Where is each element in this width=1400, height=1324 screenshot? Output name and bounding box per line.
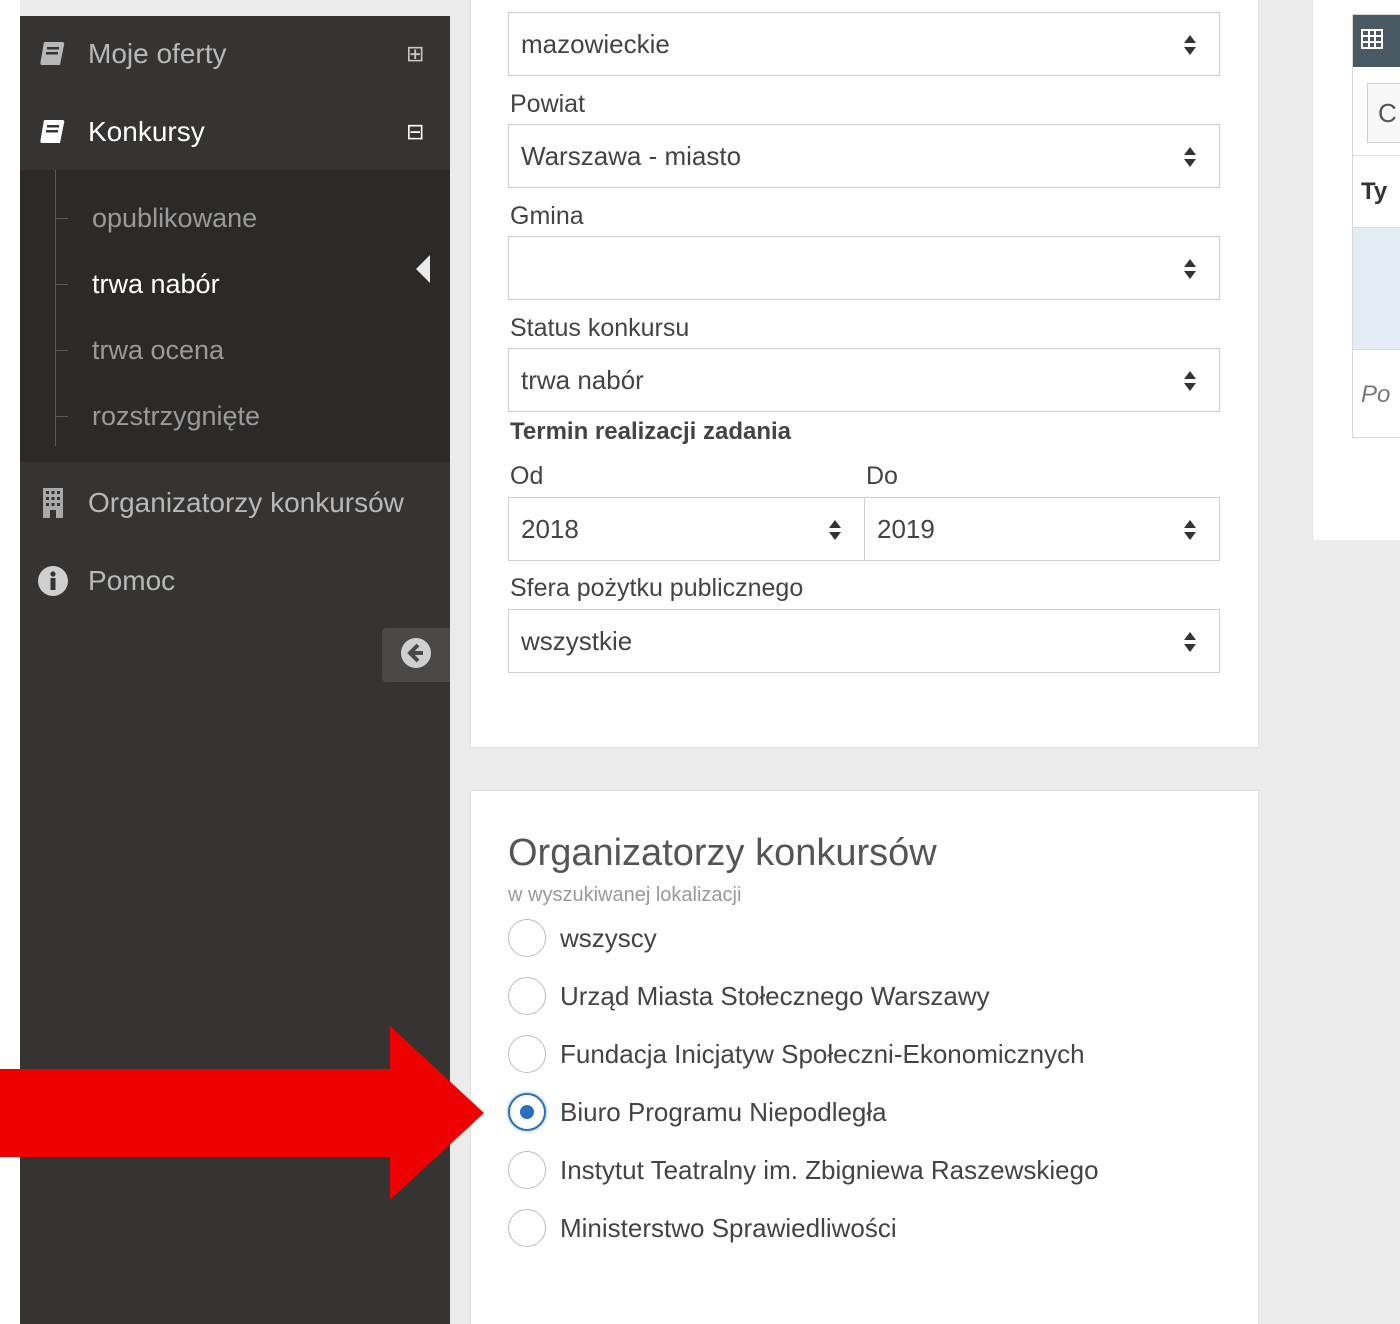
sfera-label: Sfera pożytku publicznego	[510, 574, 804, 602]
book-icon	[36, 115, 70, 149]
termin-heading: Termin realizacji zadania	[510, 418, 792, 445]
wojewodztwo-select[interactable]: mazowieckie	[508, 12, 1220, 76]
organizer-option-instytut[interactable]: Instytut Teatralny im. Zbigniewa Raszews…	[508, 1150, 1099, 1190]
submenu-item-rozstrzygniete[interactable]: rozstrzygnięte	[56, 396, 260, 436]
organizer-option-urzad[interactable]: Urząd Miasta Stołecznego Warszawy	[508, 976, 990, 1016]
status-label: Status konkursu	[510, 314, 690, 342]
sfera-select[interactable]: wszystkie	[508, 609, 1220, 673]
gmina-label: Gmina	[510, 202, 584, 230]
column-header-typ[interactable]: Ty	[1353, 155, 1400, 227]
annotation-arrow-icon	[0, 1026, 484, 1200]
sidebar-item-pomoc[interactable]: Pomoc	[20, 546, 450, 616]
organizers-title: Organizatorzy konkursów	[508, 832, 937, 874]
do-select[interactable]: 2019	[864, 497, 1220, 561]
expand-icon[interactable]: ⊞	[406, 41, 424, 67]
sidebar-item-label: Konkursy	[88, 116, 205, 147]
building-icon	[36, 486, 70, 520]
info-icon	[36, 564, 70, 598]
organizer-option-ministerstwo[interactable]: Ministerstwo Sprawiedliwości	[508, 1208, 897, 1248]
book-icon	[36, 37, 70, 71]
submenu-item-trwa-nabor[interactable]: trwa nabór	[56, 264, 220, 304]
sort-arrows-icon	[829, 520, 841, 540]
sort-arrows-icon	[1184, 147, 1196, 167]
radio-button[interactable]	[508, 1151, 546, 1189]
submenu-konkursy: opublikowane trwa nabór trwa ocena rozst…	[20, 170, 450, 462]
radio-button-selected[interactable]	[508, 1093, 546, 1131]
radio-button[interactable]	[508, 919, 546, 957]
organizer-option-biuro[interactable]: Biuro Programu Niepodległa	[508, 1092, 887, 1132]
sort-arrows-icon	[1184, 371, 1196, 391]
sidebar-item-organizatorzy[interactable]: Organizatorzy konkursów	[20, 468, 450, 538]
table-header-bar	[1353, 15, 1400, 67]
powiat-select[interactable]: Warszawa - miasto	[508, 124, 1220, 188]
organizer-option-wszyscy[interactable]: wszyscy	[508, 918, 657, 958]
organizer-option-fundacja[interactable]: Fundacja Inicjatyw Społeczni-Ekonomiczny…	[508, 1034, 1085, 1074]
arrow-left-circle-icon	[400, 637, 432, 674]
sort-arrows-icon	[1184, 632, 1196, 652]
powiat-label: Powiat	[510, 90, 586, 118]
sort-arrows-icon	[1184, 35, 1196, 55]
table-row[interactable]	[1353, 227, 1400, 349]
sidebar-item-label: Pomoc	[88, 565, 176, 596]
sidebar-item-konkursy[interactable]: Konkursy ⊟	[20, 97, 450, 167]
sort-arrows-icon	[1184, 259, 1196, 279]
od-select[interactable]: 2018	[508, 497, 865, 561]
submenu-item-opublikowane[interactable]: opublikowane	[56, 198, 257, 238]
sidebar-item-moje-oferty[interactable]: Moje oferty ⊞	[20, 19, 450, 89]
organizers-subtitle: w wyszukiwanej lokalizacji	[508, 884, 742, 906]
sidebar-item-label: Organizatorzy konkursów	[88, 487, 404, 518]
status-select[interactable]: trwa nabór	[508, 348, 1220, 412]
do-label: Do	[866, 462, 898, 490]
radio-button[interactable]	[508, 1209, 546, 1247]
active-indicator	[416, 255, 430, 283]
submenu-item-trwa-ocena[interactable]: trwa ocena	[56, 330, 224, 370]
collapse-icon[interactable]: ⊟	[406, 119, 424, 145]
gmina-select[interactable]	[508, 236, 1220, 300]
collapse-sidebar-button[interactable]	[382, 628, 450, 682]
sort-arrows-icon	[1184, 520, 1196, 540]
sidebar-item-label: Moje oferty	[88, 38, 227, 69]
table-icon	[1361, 28, 1383, 54]
table-action-button[interactable]: C	[1367, 83, 1400, 143]
od-label: Od	[510, 462, 544, 490]
radio-button[interactable]	[508, 1035, 546, 1073]
radio-button[interactable]	[508, 977, 546, 1015]
table-footer: Po	[1353, 349, 1400, 439]
results-table: C Ty Po	[1352, 14, 1400, 438]
